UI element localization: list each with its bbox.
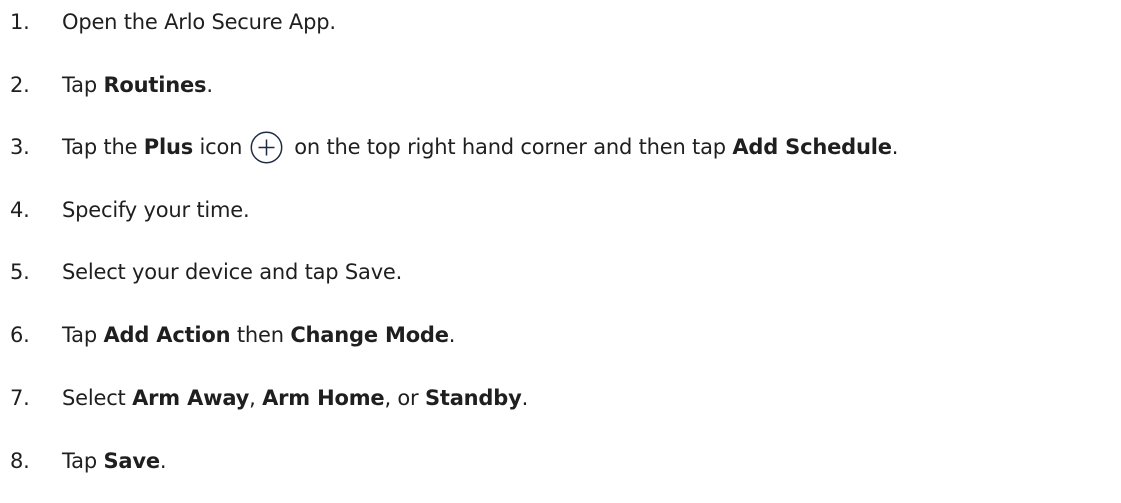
step-number: 2. bbox=[10, 73, 30, 97]
step-number: 3. bbox=[10, 135, 30, 159]
routines-label: Routines bbox=[103, 73, 207, 97]
plus-circle-icon bbox=[250, 131, 283, 164]
step-text: . bbox=[521, 386, 529, 410]
step-8: 8. Tap Save . bbox=[10, 441, 167, 481]
step-number: 4. bbox=[10, 198, 30, 222]
step-6: 6. Tap Add Action then Change Mode . bbox=[10, 315, 455, 355]
arm-home-label: Arm Home bbox=[262, 386, 385, 410]
step-number: 7. bbox=[10, 386, 30, 410]
step-text: Select bbox=[62, 386, 133, 410]
step-7: 7. Select Arm Away , Arm Home , or Stand… bbox=[10, 378, 528, 418]
step-text: Tap the bbox=[62, 135, 144, 159]
step-text: icon bbox=[193, 135, 243, 159]
step-5: 5. Select your device and tap Save. bbox=[10, 252, 402, 292]
step-1: 1. Open the Arlo Secure App. bbox=[10, 2, 336, 42]
step-text: then bbox=[230, 323, 291, 347]
step-text: . bbox=[206, 73, 213, 97]
step-text: Specify your time. bbox=[62, 198, 250, 222]
step-text: . bbox=[891, 135, 899, 159]
step-4: 4. Specify your time. bbox=[10, 190, 250, 230]
step-text: Tap bbox=[62, 449, 104, 473]
step-number: 5. bbox=[10, 260, 30, 284]
step-text: Open the Arlo Secure App. bbox=[62, 10, 336, 34]
save-label: Save bbox=[103, 449, 160, 473]
step-text: , or bbox=[384, 386, 425, 410]
step-text: on the top right hand corner and then ta… bbox=[294, 135, 733, 159]
step-number: 8. bbox=[10, 449, 30, 473]
step-text: Tap bbox=[62, 323, 104, 347]
step-text: . bbox=[448, 323, 456, 347]
add-schedule-label: Add Schedule bbox=[732, 135, 892, 159]
step-text: , bbox=[249, 386, 263, 410]
change-mode-label: Change Mode bbox=[290, 323, 449, 347]
step-3: 3. Tap the Plus icon on the top right ha… bbox=[10, 127, 898, 167]
step-text: . bbox=[159, 449, 167, 473]
step-2: 2. Tap Routines . bbox=[10, 65, 213, 105]
standby-label: Standby bbox=[424, 386, 522, 410]
plus-label: Plus bbox=[143, 135, 194, 159]
step-text: Select your device and tap Save. bbox=[62, 260, 403, 284]
add-action-label: Add Action bbox=[103, 323, 231, 347]
step-number: 1. bbox=[10, 10, 30, 34]
arm-away-label: Arm Away bbox=[132, 386, 250, 410]
step-text: Tap bbox=[62, 73, 104, 97]
step-number: 6. bbox=[10, 323, 30, 347]
